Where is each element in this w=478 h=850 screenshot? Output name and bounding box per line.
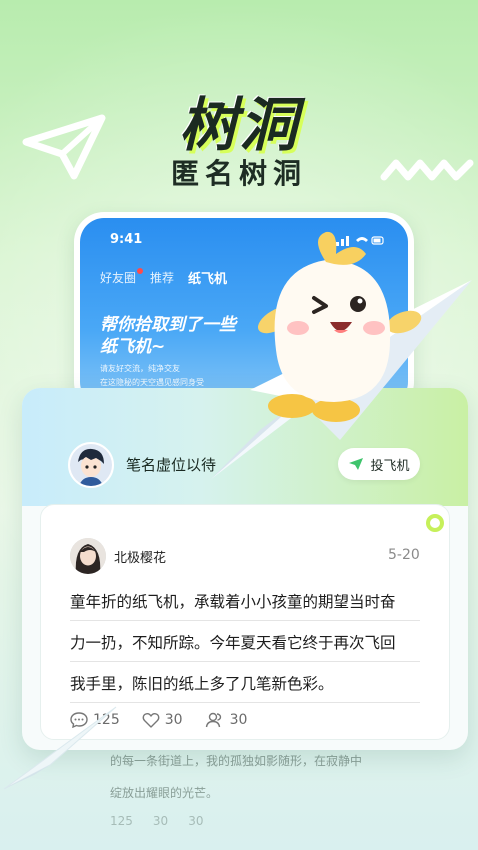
post-text-line: 力一扔，不知所踪。今年夏天看它终于再次飞回 bbox=[70, 631, 420, 662]
author-name[interactable]: 北极樱花 bbox=[114, 547, 166, 566]
girl-avatar-icon bbox=[70, 538, 106, 574]
post-text-line: 童年折的纸飞机，承载着小小孩童的期望当时奋 bbox=[70, 590, 420, 621]
hero-subtitle: 匿名树洞 bbox=[170, 157, 307, 190]
avatar[interactable] bbox=[68, 442, 114, 488]
like-count: 30 bbox=[164, 712, 183, 728]
like-button[interactable]: 30 bbox=[142, 712, 183, 728]
boy-avatar-icon bbox=[70, 444, 112, 486]
faded-post-line: 绽放出耀眼的光芒。 bbox=[110, 786, 219, 800]
faded-post-stats: 125 30 30 bbox=[110, 814, 203, 828]
faded-share-count: 30 bbox=[188, 814, 204, 828]
share-count: 30 bbox=[229, 712, 248, 728]
share-button[interactable]: 30 bbox=[205, 712, 248, 728]
status-time: 9:41 bbox=[110, 232, 143, 247]
faded-post-line: 的每一条街道上，我的孤独如影随形，在寂静中 bbox=[110, 754, 363, 768]
tab-recommend[interactable]: 推荐 bbox=[150, 269, 174, 286]
notification-dot bbox=[137, 268, 144, 274]
faded-comment-count: 125 bbox=[110, 814, 133, 828]
people-icon bbox=[205, 712, 221, 728]
post-text-line: 我手里，陈旧的纸上多了几笔新色彩。 bbox=[70, 672, 420, 703]
heart-icon bbox=[142, 713, 160, 728]
tab-friends[interactable]: 好友圈 bbox=[100, 268, 144, 286]
small-paper-plane-icon bbox=[3, 706, 117, 790]
ring-decoration-icon bbox=[426, 514, 444, 532]
author-avatar[interactable] bbox=[70, 538, 106, 574]
mascot-character bbox=[257, 231, 422, 422]
post-date: 5-20 bbox=[388, 547, 420, 563]
faded-like-count: 30 bbox=[152, 814, 169, 828]
hero-title: 树洞 bbox=[178, 91, 299, 159]
